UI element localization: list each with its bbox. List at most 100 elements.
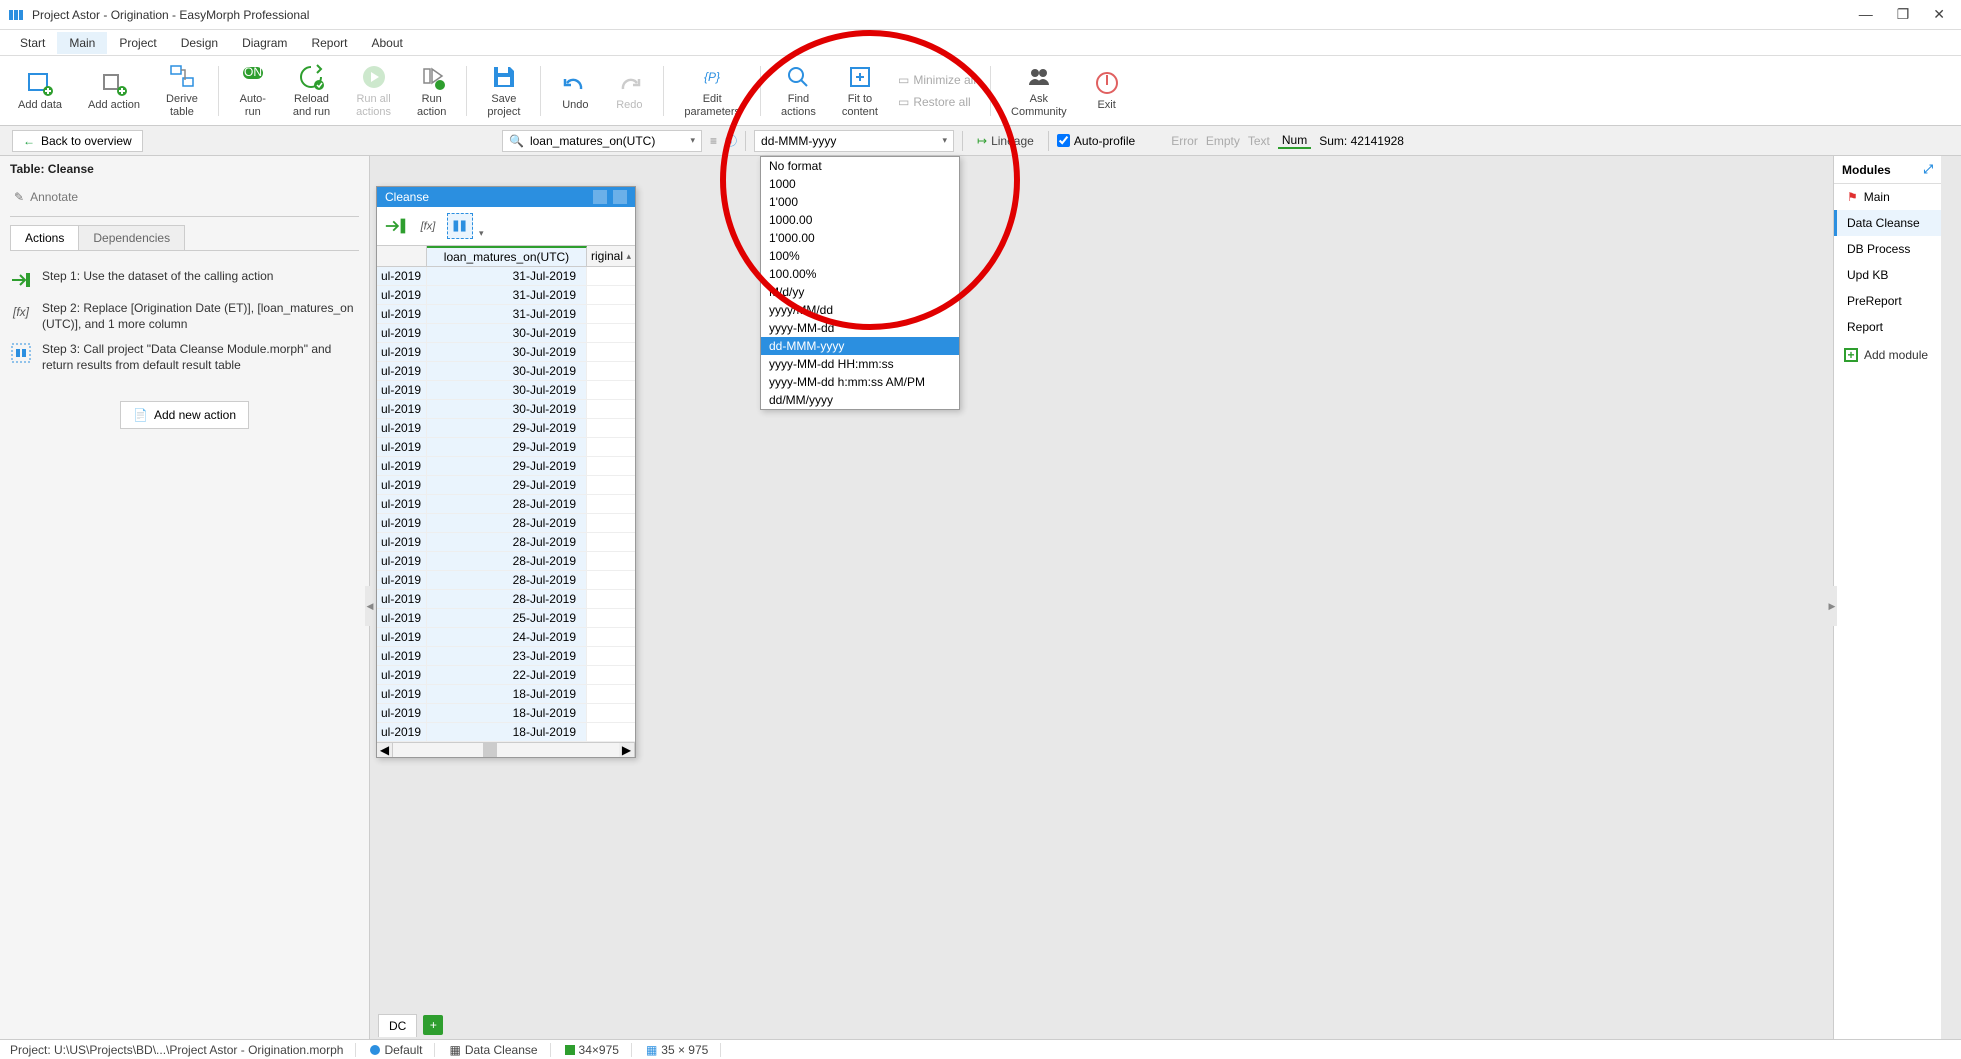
table-window-minimize[interactable] bbox=[593, 190, 607, 204]
format-option[interactable]: yyyy-MM-dd HH:mm:ss bbox=[761, 355, 959, 373]
add-module-button[interactable]: + Add module bbox=[1834, 340, 1941, 370]
auto-run-button[interactable]: ON Auto- run bbox=[229, 59, 277, 121]
step-item[interactable]: [fx] Step 2: Replace [Origination Date (… bbox=[10, 301, 359, 332]
add-new-action-button[interactable]: 📄 Add new action bbox=[120, 401, 249, 429]
module-item[interactable]: PreReport bbox=[1834, 288, 1941, 314]
format-option[interactable]: 1'000.00 bbox=[761, 229, 959, 247]
align-icon[interactable]: ≡ bbox=[710, 134, 717, 148]
column-header-a[interactable] bbox=[377, 246, 427, 266]
scroll-right-button[interactable]: ▶ bbox=[619, 743, 635, 757]
table-row[interactable]: ul-201931-Jul-2019 bbox=[377, 267, 635, 286]
table-row[interactable]: ul-201922-Jul-2019 bbox=[377, 666, 635, 685]
right-collapse-handle[interactable]: ▶ bbox=[1827, 586, 1837, 626]
table-input-icon[interactable] bbox=[383, 213, 409, 239]
reload-run-button[interactable]: Reload and run bbox=[283, 59, 340, 121]
table-row[interactable]: ul-201928-Jul-2019 bbox=[377, 590, 635, 609]
format-option[interactable]: 1000 bbox=[761, 175, 959, 193]
format-option[interactable]: yyyy/MM/dd bbox=[761, 301, 959, 319]
table-row[interactable]: ul-201928-Jul-2019 bbox=[377, 571, 635, 590]
table-row[interactable]: ul-201930-Jul-2019 bbox=[377, 381, 635, 400]
tab-actions[interactable]: Actions bbox=[10, 225, 79, 250]
annotate-button[interactable]: ✎ Annotate bbox=[10, 184, 359, 217]
lineage-button[interactable]: ↦ Lineage bbox=[971, 132, 1040, 150]
table-row[interactable]: ul-201928-Jul-2019 bbox=[377, 514, 635, 533]
status-module[interactable]: ▦Data Cleanse bbox=[449, 1043, 550, 1057]
status-default[interactable]: Default bbox=[370, 1043, 435, 1057]
format-option[interactable]: dd/MM/yyyy bbox=[761, 391, 959, 409]
format-option[interactable]: 100.00% bbox=[761, 265, 959, 283]
tab-dependencies[interactable]: Dependencies bbox=[78, 225, 185, 250]
format-dropdown-menu[interactable]: No format10001'0001000.001'000.00100%100… bbox=[760, 156, 960, 410]
minimize-button[interactable]: — bbox=[1859, 6, 1873, 23]
module-item[interactable]: DB Process bbox=[1834, 236, 1941, 262]
scroll-track[interactable] bbox=[393, 743, 619, 757]
table-row[interactable]: ul-201928-Jul-2019 bbox=[377, 552, 635, 571]
table-row[interactable]: ul-201929-Jul-2019 bbox=[377, 419, 635, 438]
ask-community-button[interactable]: Ask Community bbox=[1001, 59, 1077, 121]
table-fx-icon[interactable]: [fx] bbox=[415, 213, 441, 239]
exit-button[interactable]: Exit bbox=[1083, 65, 1131, 115]
table-window-header[interactable]: Cleanse bbox=[377, 187, 635, 207]
module-item[interactable]: Upd KB bbox=[1834, 262, 1941, 288]
table-row[interactable]: ul-201923-Jul-2019 bbox=[377, 647, 635, 666]
run-all-button[interactable]: Run all actions bbox=[346, 59, 401, 121]
edit-parameters-button[interactable]: {P} Edit parameters bbox=[674, 59, 750, 121]
add-data-button[interactable]: Add data bbox=[8, 65, 72, 115]
undo-button[interactable]: Undo bbox=[551, 65, 599, 115]
find-actions-button[interactable]: Find actions bbox=[771, 59, 826, 121]
bottom-tab-add[interactable]: + bbox=[423, 1015, 443, 1035]
toolbar-dropdown-icon[interactable]: ▾ bbox=[479, 228, 484, 239]
left-collapse-handle[interactable]: ◀ bbox=[365, 586, 375, 626]
table-horizontal-scrollbar[interactable]: ◀ ▶ bbox=[377, 742, 635, 757]
close-button[interactable]: ✕ bbox=[1933, 6, 1945, 23]
format-option[interactable]: dd-MMM-yyyy bbox=[761, 337, 959, 355]
table-window-maximize[interactable] bbox=[613, 190, 627, 204]
table-row[interactable]: ul-201925-Jul-2019 bbox=[377, 609, 635, 628]
table-body[interactable]: ul-201931-Jul-2019ul-201931-Jul-2019ul-2… bbox=[377, 267, 635, 742]
table-row[interactable]: ul-201924-Jul-2019 bbox=[377, 628, 635, 647]
format-option[interactable]: yyyy-MM-dd h:mm:ss AM/PM bbox=[761, 373, 959, 391]
modules-toggle-icon[interactable]: ⤢ bbox=[1923, 162, 1933, 177]
add-action-button[interactable]: Add action bbox=[78, 65, 150, 115]
column-select-dropdown[interactable]: 🔍 loan_matures_on(UTC) ▾ bbox=[502, 130, 702, 152]
table-row[interactable]: ul-201930-Jul-2019 bbox=[377, 400, 635, 419]
table-row[interactable]: ul-201928-Jul-2019 bbox=[377, 533, 635, 552]
save-project-button[interactable]: Save project bbox=[477, 59, 530, 121]
module-main[interactable]: ⚑ Main bbox=[1834, 184, 1941, 210]
auto-profile-check-input[interactable] bbox=[1057, 134, 1070, 147]
auto-profile-checkbox[interactable]: Auto-profile bbox=[1057, 134, 1135, 148]
format-option[interactable]: 1'000 bbox=[761, 193, 959, 211]
table-row[interactable]: ul-201929-Jul-2019 bbox=[377, 476, 635, 495]
step-item[interactable]: Step 3: Call project "Data Cleanse Modul… bbox=[10, 342, 359, 373]
bottom-tab-dc[interactable]: DC bbox=[378, 1014, 417, 1037]
step-item[interactable]: Step 1: Use the dataset of the calling a… bbox=[10, 269, 359, 291]
menu-item-project[interactable]: Project bbox=[107, 32, 168, 54]
derive-table-button[interactable]: Derive table bbox=[156, 59, 208, 121]
menu-item-diagram[interactable]: Diagram bbox=[230, 32, 299, 54]
table-row[interactable]: ul-201928-Jul-2019 bbox=[377, 495, 635, 514]
format-option[interactable]: 1000.00 bbox=[761, 211, 959, 229]
workspace-canvas[interactable]: ◀ Cleanse [fx] ▾ loan_matures_on(UTC) ri… bbox=[370, 156, 1961, 1039]
maximize-button[interactable]: ❐ bbox=[1897, 6, 1910, 23]
table-row[interactable]: ul-201918-Jul-2019 bbox=[377, 723, 635, 742]
column-header-original[interactable]: riginal▴ bbox=[587, 246, 635, 266]
table-row[interactable]: ul-201918-Jul-2019 bbox=[377, 704, 635, 723]
table-row[interactable]: ul-201930-Jul-2019 bbox=[377, 324, 635, 343]
format-option[interactable]: No format bbox=[761, 157, 959, 175]
menu-item-design[interactable]: Design bbox=[169, 32, 230, 54]
scroll-thumb[interactable] bbox=[483, 743, 497, 757]
back-to-overview-button[interactable]: ← Back to overview bbox=[12, 130, 143, 152]
fit-to-content-button[interactable]: Fit to content bbox=[832, 59, 888, 121]
redo-button[interactable]: Redo bbox=[605, 65, 653, 115]
table-row[interactable]: ul-201930-Jul-2019 bbox=[377, 343, 635, 362]
restore-all-button[interactable]: ▭ Restore all bbox=[894, 93, 980, 111]
table-call-icon[interactable] bbox=[447, 213, 473, 239]
table-row[interactable]: ul-201929-Jul-2019 bbox=[377, 457, 635, 476]
num-label[interactable]: Num bbox=[1278, 133, 1311, 149]
table-row[interactable]: ul-201918-Jul-2019 bbox=[377, 685, 635, 704]
format-option[interactable]: yyyy-MM-dd bbox=[761, 319, 959, 337]
menu-item-main[interactable]: Main bbox=[57, 32, 107, 54]
table-row[interactable]: ul-201929-Jul-2019 bbox=[377, 438, 635, 457]
format-select-dropdown[interactable]: dd-MMM-yyyy ▾ bbox=[754, 130, 954, 152]
module-item[interactable]: Report bbox=[1834, 314, 1941, 340]
